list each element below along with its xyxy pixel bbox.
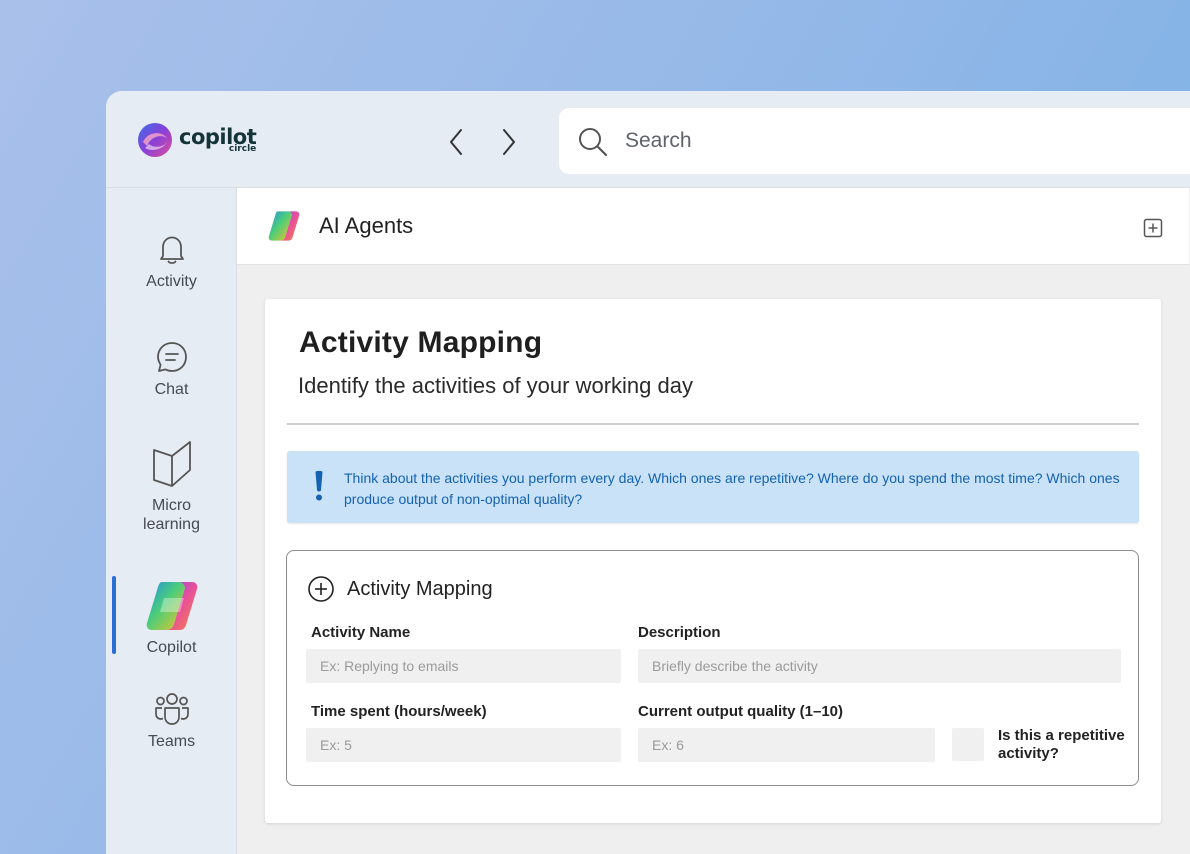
sidebar-item-copilot[interactable]: Copilot <box>106 580 237 657</box>
sidebar-item-label: Chat <box>154 381 189 398</box>
divider <box>287 423 1139 425</box>
sidebar-item-label: Copilot <box>146 639 197 656</box>
info-banner: Think about the activities you perform e… <box>287 451 1139 523</box>
main-content: AI Agents Activity Mapping Identify the … <box>237 188 1190 854</box>
copilot-icon <box>146 582 197 630</box>
repetitive-checkbox[interactable] <box>952 728 984 761</box>
form-title: Activity Mapping <box>347 577 493 600</box>
add-circle-icon[interactable] <box>307 575 335 603</box>
open-book-icon <box>152 441 191 487</box>
sidebar-item-teams[interactable]: Teams <box>106 692 237 751</box>
sidebar-item-label: Micro learning <box>143 497 200 533</box>
people-group-icon <box>154 693 189 725</box>
description-label: Description <box>638 624 721 641</box>
chevron-right-icon <box>503 129 515 155</box>
exclamation-icon <box>315 470 323 501</box>
search-input[interactable] <box>625 124 1125 158</box>
back-button[interactable] <box>441 125 471 159</box>
quality-label: Current output quality (1–10) <box>638 703 844 720</box>
sidebar-item-activity[interactable]: Activity <box>106 232 237 291</box>
expand-icon[interactable] <box>1143 218 1163 238</box>
description-input[interactable] <box>638 649 1121 683</box>
time-spent-label: Time spent (hours/week) <box>311 703 487 720</box>
activity-card: Activity Mapping Identify the activities… <box>265 299 1161 823</box>
top-bar: copilot circle <box>106 91 1190 188</box>
quality-input[interactable] <box>638 728 935 762</box>
copilot-circle-logo-icon <box>138 123 172 157</box>
brand-logo[interactable]: copilot circle <box>137 122 257 158</box>
page-title: AI Agents <box>319 213 414 238</box>
card-title: Activity Mapping <box>299 326 543 359</box>
chat-bubble-icon <box>156 342 187 372</box>
forward-button[interactable] <box>494 125 524 159</box>
bell-icon <box>159 236 184 264</box>
info-text: Think about the activities you perform e… <box>344 470 1120 507</box>
form-header[interactable]: Activity Mapping <box>307 575 493 603</box>
card-subtitle: Identify the activities of your working … <box>298 373 693 398</box>
app-window: copilot circle Search Activity Chat Micr… <box>106 91 1190 854</box>
repetitive-label: Is this a repetitive activity? <box>998 727 1125 762</box>
time-spent-input[interactable] <box>306 728 621 762</box>
app-header: AI Agents <box>237 188 1189 265</box>
sidebar-item-label: Teams <box>147 733 196 750</box>
sidebar-item-label: Activity <box>146 273 197 290</box>
activity-form: Activity Mapping Activity Name Descripti… <box>286 550 1139 786</box>
activity-name-label: Activity Name <box>311 624 411 641</box>
search-icon <box>579 128 608 157</box>
search-bar <box>559 108 1190 174</box>
copilot-icon <box>268 211 300 241</box>
sidebar: Activity Chat Micro learning Copilot Tea… <box>106 188 237 854</box>
chevron-left-icon <box>450 129 462 155</box>
sidebar-item-chat[interactable]: Chat <box>106 340 237 399</box>
sidebar-item-microlearning[interactable]: Micro learning <box>106 440 237 534</box>
activity-name-input[interactable] <box>306 649 621 683</box>
